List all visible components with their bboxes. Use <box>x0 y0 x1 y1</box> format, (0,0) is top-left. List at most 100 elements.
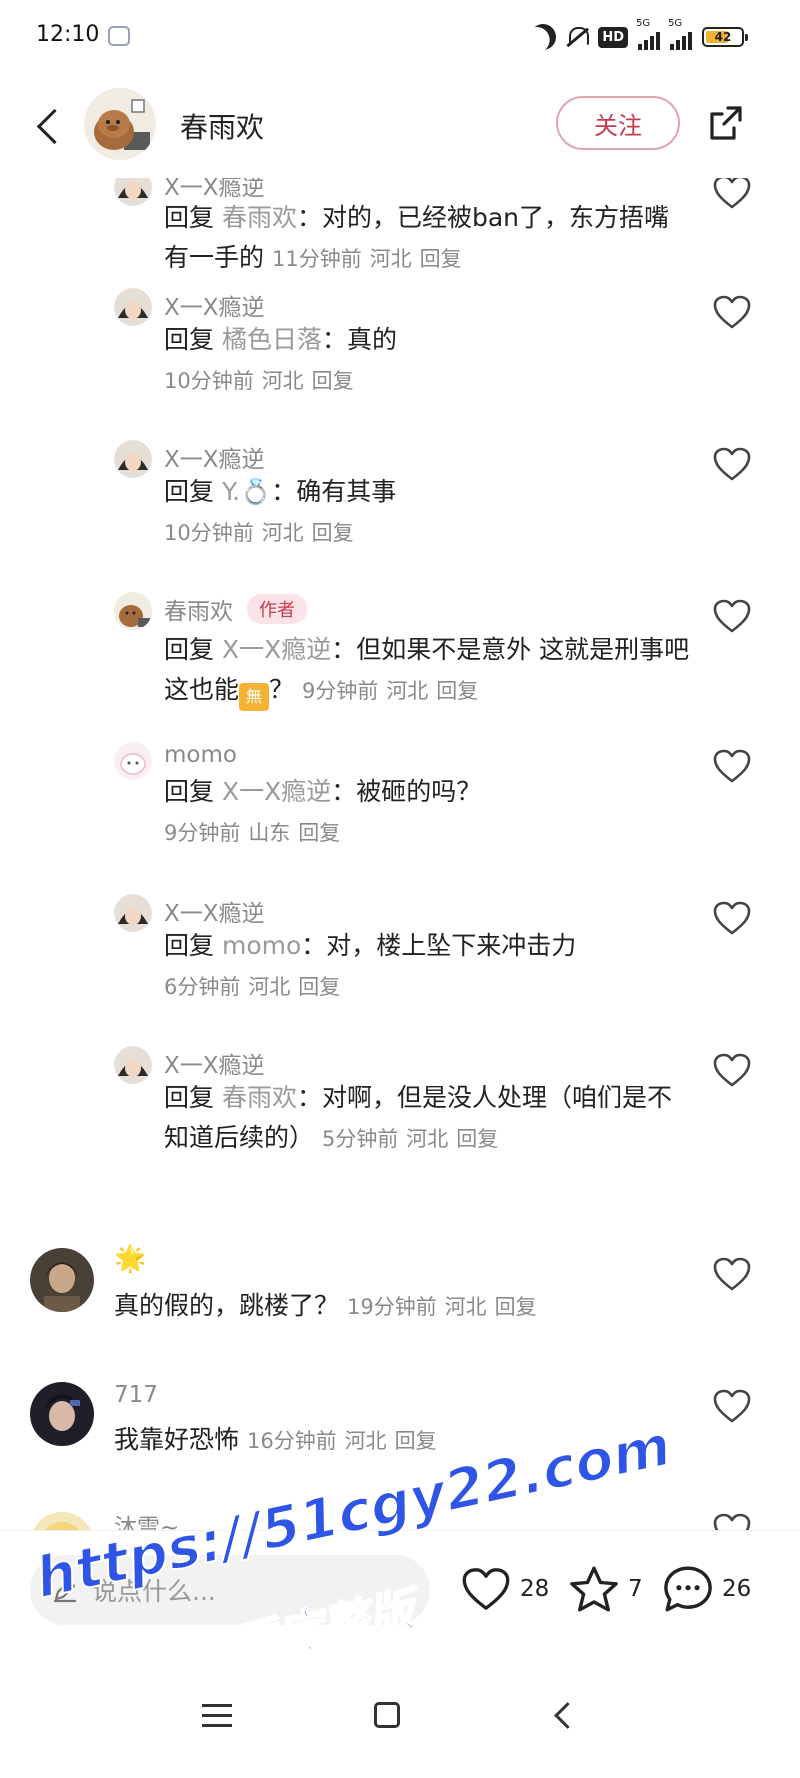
system-back-icon[interactable] <box>548 1702 574 1728</box>
sticker-emoji: 無 <box>239 683 270 711</box>
author-avatar[interactable] <box>84 88 156 160</box>
muted-bell-icon <box>566 25 590 49</box>
commenter-name[interactable]: momo <box>164 742 237 768</box>
user-avatar[interactable] <box>114 894 152 932</box>
comment-time: 19分钟前 <box>346 1295 437 1319</box>
top-level-comment: 717 我靠好恐怖 16分钟前 河北 回复 <box>0 1382 800 1492</box>
reply-comment: X一X瘾逆 回复 橘色日落：真的 10分钟前 河北 回复 <box>0 288 800 418</box>
top-level-comment: 🌟 真的假的，跳楼了？ 19分钟前 河北 回复 <box>0 1244 800 1358</box>
reply-comment: momo 回复 X一X瘾逆：被砸的吗？ 9分钟前 山东 回复 <box>0 742 800 872</box>
reply-link[interactable]: 回复 <box>420 247 462 271</box>
comment-body-end: ？ <box>269 675 295 704</box>
mention[interactable]: momo <box>222 931 301 960</box>
reply-comment: 春雨欢 作者 回复 X一X瘾逆：但如果不是意外 这就是刑事吧 这也能無？ 9分钟前… <box>0 592 800 722</box>
follow-button[interactable]: 关注 <box>556 96 680 150</box>
like-heart-icon[interactable] <box>712 748 752 784</box>
reply-link[interactable]: 回复 <box>495 1295 537 1319</box>
status-bar: 12:10 HD 5G 5G 42 <box>0 0 800 78</box>
comment-location: 河北 <box>444 1295 487 1319</box>
like-heart-icon[interactable] <box>712 1388 752 1424</box>
comment-text: 回复 Y.💍：确有其事 10分钟前 河北 回复 <box>164 472 694 553</box>
mention[interactable]: X一X瘾逆 <box>222 777 331 806</box>
comment-time: 10分钟前 <box>164 369 254 393</box>
comment-text: 真的假的，跳楼了？ 19分钟前 河北 回复 <box>114 1286 674 1327</box>
comment-input[interactable]: 说点什么... <box>30 1555 430 1625</box>
author-name[interactable]: 春雨欢 <box>180 106 264 146</box>
comment-text: 回复 X一X瘾逆：但如果不是意外 这就是刑事吧 这也能無？ 9分钟前 河北 回复 <box>164 630 694 711</box>
user-avatar[interactable] <box>114 288 152 326</box>
comment-list[interactable]: X一X瘾逆 回复 春雨欢：对的，已经被ban了，东方捂嘴有一手的 11分钟前 河… <box>0 178 800 1530</box>
commenter-name[interactable]: X一X瘾逆 <box>164 288 265 322</box>
reply-link[interactable]: 回复 <box>436 679 478 703</box>
like-count: 28 <box>520 1576 550 1602</box>
like-heart-icon[interactable] <box>712 446 752 482</box>
commenter-name[interactable]: 🌟 <box>114 1244 146 1274</box>
recent-apps-icon[interactable] <box>202 1704 232 1728</box>
reply-prefix: 回复 <box>164 203 215 232</box>
comment-time: 11分钟前 <box>271 247 362 271</box>
reply-link[interactable]: 回复 <box>312 521 354 545</box>
comment-time: 5分钟前 <box>321 1127 399 1151</box>
reply-link[interactable]: 回复 <box>395 1429 437 1453</box>
commenter-name[interactable]: 沐雪~ <box>114 1508 179 1530</box>
user-avatar[interactable] <box>114 178 152 206</box>
comment-text: 回复 momo：对，楼上坠下来冲击力 6分钟前 河北 回复 <box>164 926 694 1007</box>
comment-location: 河北 <box>248 975 291 999</box>
comment-body: 我靠好恐怖 <box>114 1425 240 1454</box>
comment-bubble-icon <box>664 1566 712 1612</box>
like-heart-icon[interactable] <box>712 900 752 936</box>
user-avatar[interactable] <box>114 742 152 780</box>
reply-link[interactable]: 回复 <box>456 1127 498 1151</box>
user-avatar[interactable] <box>114 440 152 478</box>
reply-link[interactable]: 回复 <box>298 821 340 845</box>
commenter-name[interactable]: X一X瘾逆 <box>164 440 265 474</box>
user-avatar[interactable] <box>30 1512 94 1530</box>
mention[interactable]: Y.💍 <box>222 477 271 506</box>
reply-prefix: 回复 <box>164 777 215 806</box>
like-heart-icon[interactable] <box>712 598 752 634</box>
back-arrow-icon[interactable] <box>28 106 68 150</box>
battery-icon: 42 <box>702 27 748 47</box>
like-heart-icon[interactable] <box>712 1052 752 1088</box>
like-heart-icon[interactable] <box>712 294 752 330</box>
comment-location: 河北 <box>344 1429 387 1453</box>
do-not-disturb-moon-icon <box>526 20 561 55</box>
comment-text: 回复 春雨欢：对啊，但是没人处理（咱们是不知道后续的） 5分钟前 河北 回复 <box>164 1078 694 1159</box>
comments-button[interactable]: 26 <box>662 1561 751 1617</box>
commenter-name[interactable]: 717 <box>114 1382 158 1408</box>
status-icons: HD 5G 5G 42 <box>530 18 748 52</box>
like-button[interactable]: 28 <box>460 1561 549 1617</box>
reply-comment: X一X瘾逆 回复 Y.💍：确有其事 10分钟前 河北 回复 <box>0 440 800 570</box>
user-avatar[interactable] <box>30 1382 94 1446</box>
comment-time: 9分钟前 <box>301 679 379 703</box>
mention[interactable]: X一X瘾逆 <box>222 635 331 664</box>
hd-voice-icon: HD <box>598 26 628 48</box>
comment-location: 河北 <box>369 247 412 271</box>
status-time: 12:10 <box>36 22 100 47</box>
reply-prefix: 回复 <box>164 635 215 664</box>
reply-link[interactable]: 回复 <box>312 369 354 393</box>
commenter-name[interactable]: 春雨欢 作者 <box>164 592 307 626</box>
reply-link[interactable]: 回复 <box>298 975 340 999</box>
mention[interactable]: 春雨欢 <box>222 203 297 232</box>
user-avatar[interactable] <box>114 592 152 630</box>
comment-time: 16分钟前 <box>246 1429 337 1453</box>
home-icon[interactable] <box>374 1702 400 1728</box>
commenter-name[interactable]: X一X瘾逆 <box>164 894 265 928</box>
like-heart-icon[interactable] <box>712 1256 752 1292</box>
favorite-button[interactable]: 7 <box>568 1561 643 1617</box>
notification-app-icon <box>108 26 130 46</box>
commenter-name[interactable]: X一X瘾逆 <box>164 1046 265 1080</box>
mention[interactable]: 橘色日落 <box>222 325 322 354</box>
comment-text: 回复 X一X瘾逆：被砸的吗？ 9分钟前 山东 回复 <box>164 772 694 853</box>
comment-location: 山东 <box>248 821 291 845</box>
user-avatar[interactable] <box>114 1046 152 1084</box>
comment-body: ：确有其事 <box>271 477 397 506</box>
bottom-action-bar: 说点什么... 28 7 26 <box>0 1530 800 1651</box>
like-heart-icon[interactable] <box>712 178 752 210</box>
comment-body: ：对，楼上坠下来冲击力 <box>301 931 577 960</box>
mention[interactable]: 春雨欢 <box>222 1083 297 1112</box>
user-avatar[interactable] <box>30 1248 94 1312</box>
like-heart-icon[interactable] <box>712 1512 752 1530</box>
share-icon[interactable] <box>706 104 746 144</box>
